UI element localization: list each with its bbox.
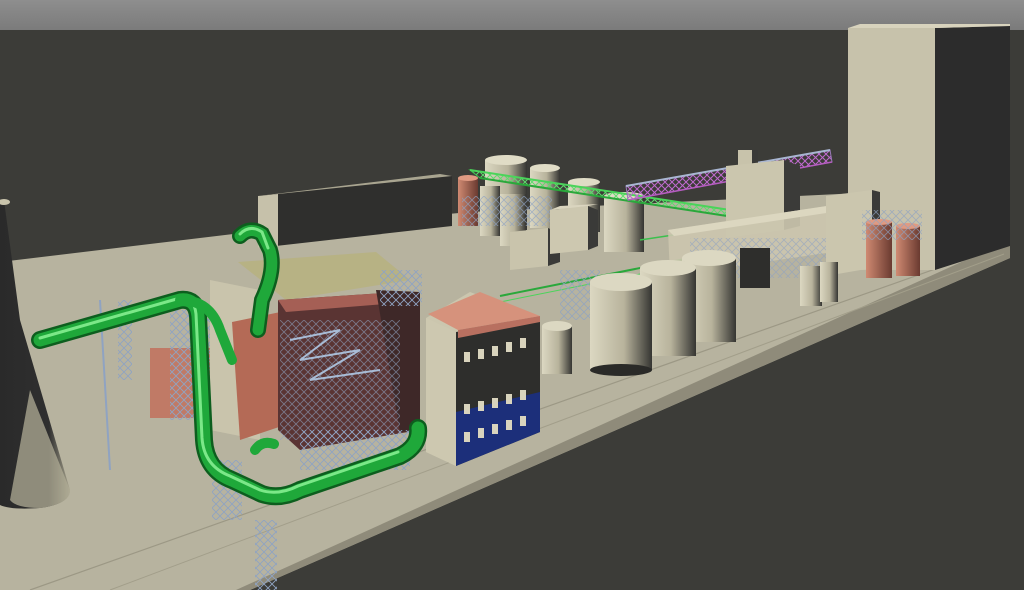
3d-plant-viewport[interactable]: [0, 0, 1024, 590]
plant-scene: [0, 0, 1024, 590]
